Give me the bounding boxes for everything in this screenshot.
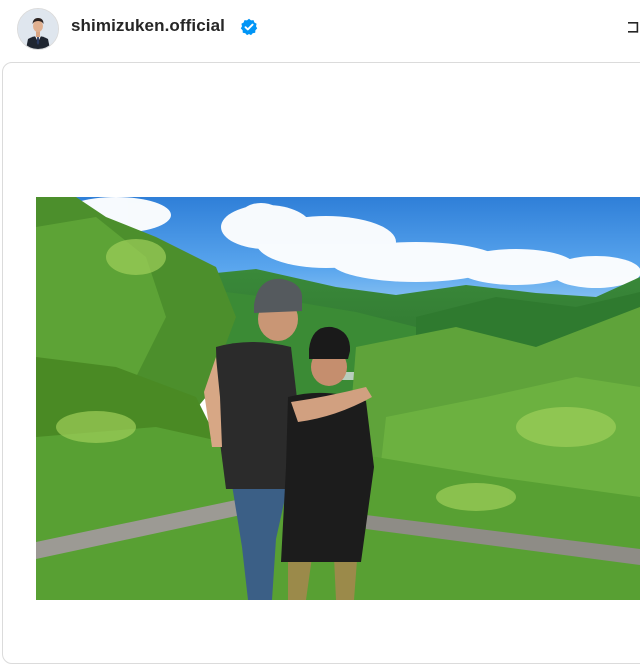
post-header: shimizuken.official	[0, 0, 640, 56]
username-link[interactable]: shimizuken.official	[71, 16, 225, 36]
post-photo[interactable]	[36, 197, 640, 600]
avatar[interactable]	[17, 8, 59, 50]
verified-badge-icon	[240, 18, 258, 36]
more-options-icon[interactable]	[628, 20, 640, 36]
landscape-photo	[36, 197, 640, 600]
